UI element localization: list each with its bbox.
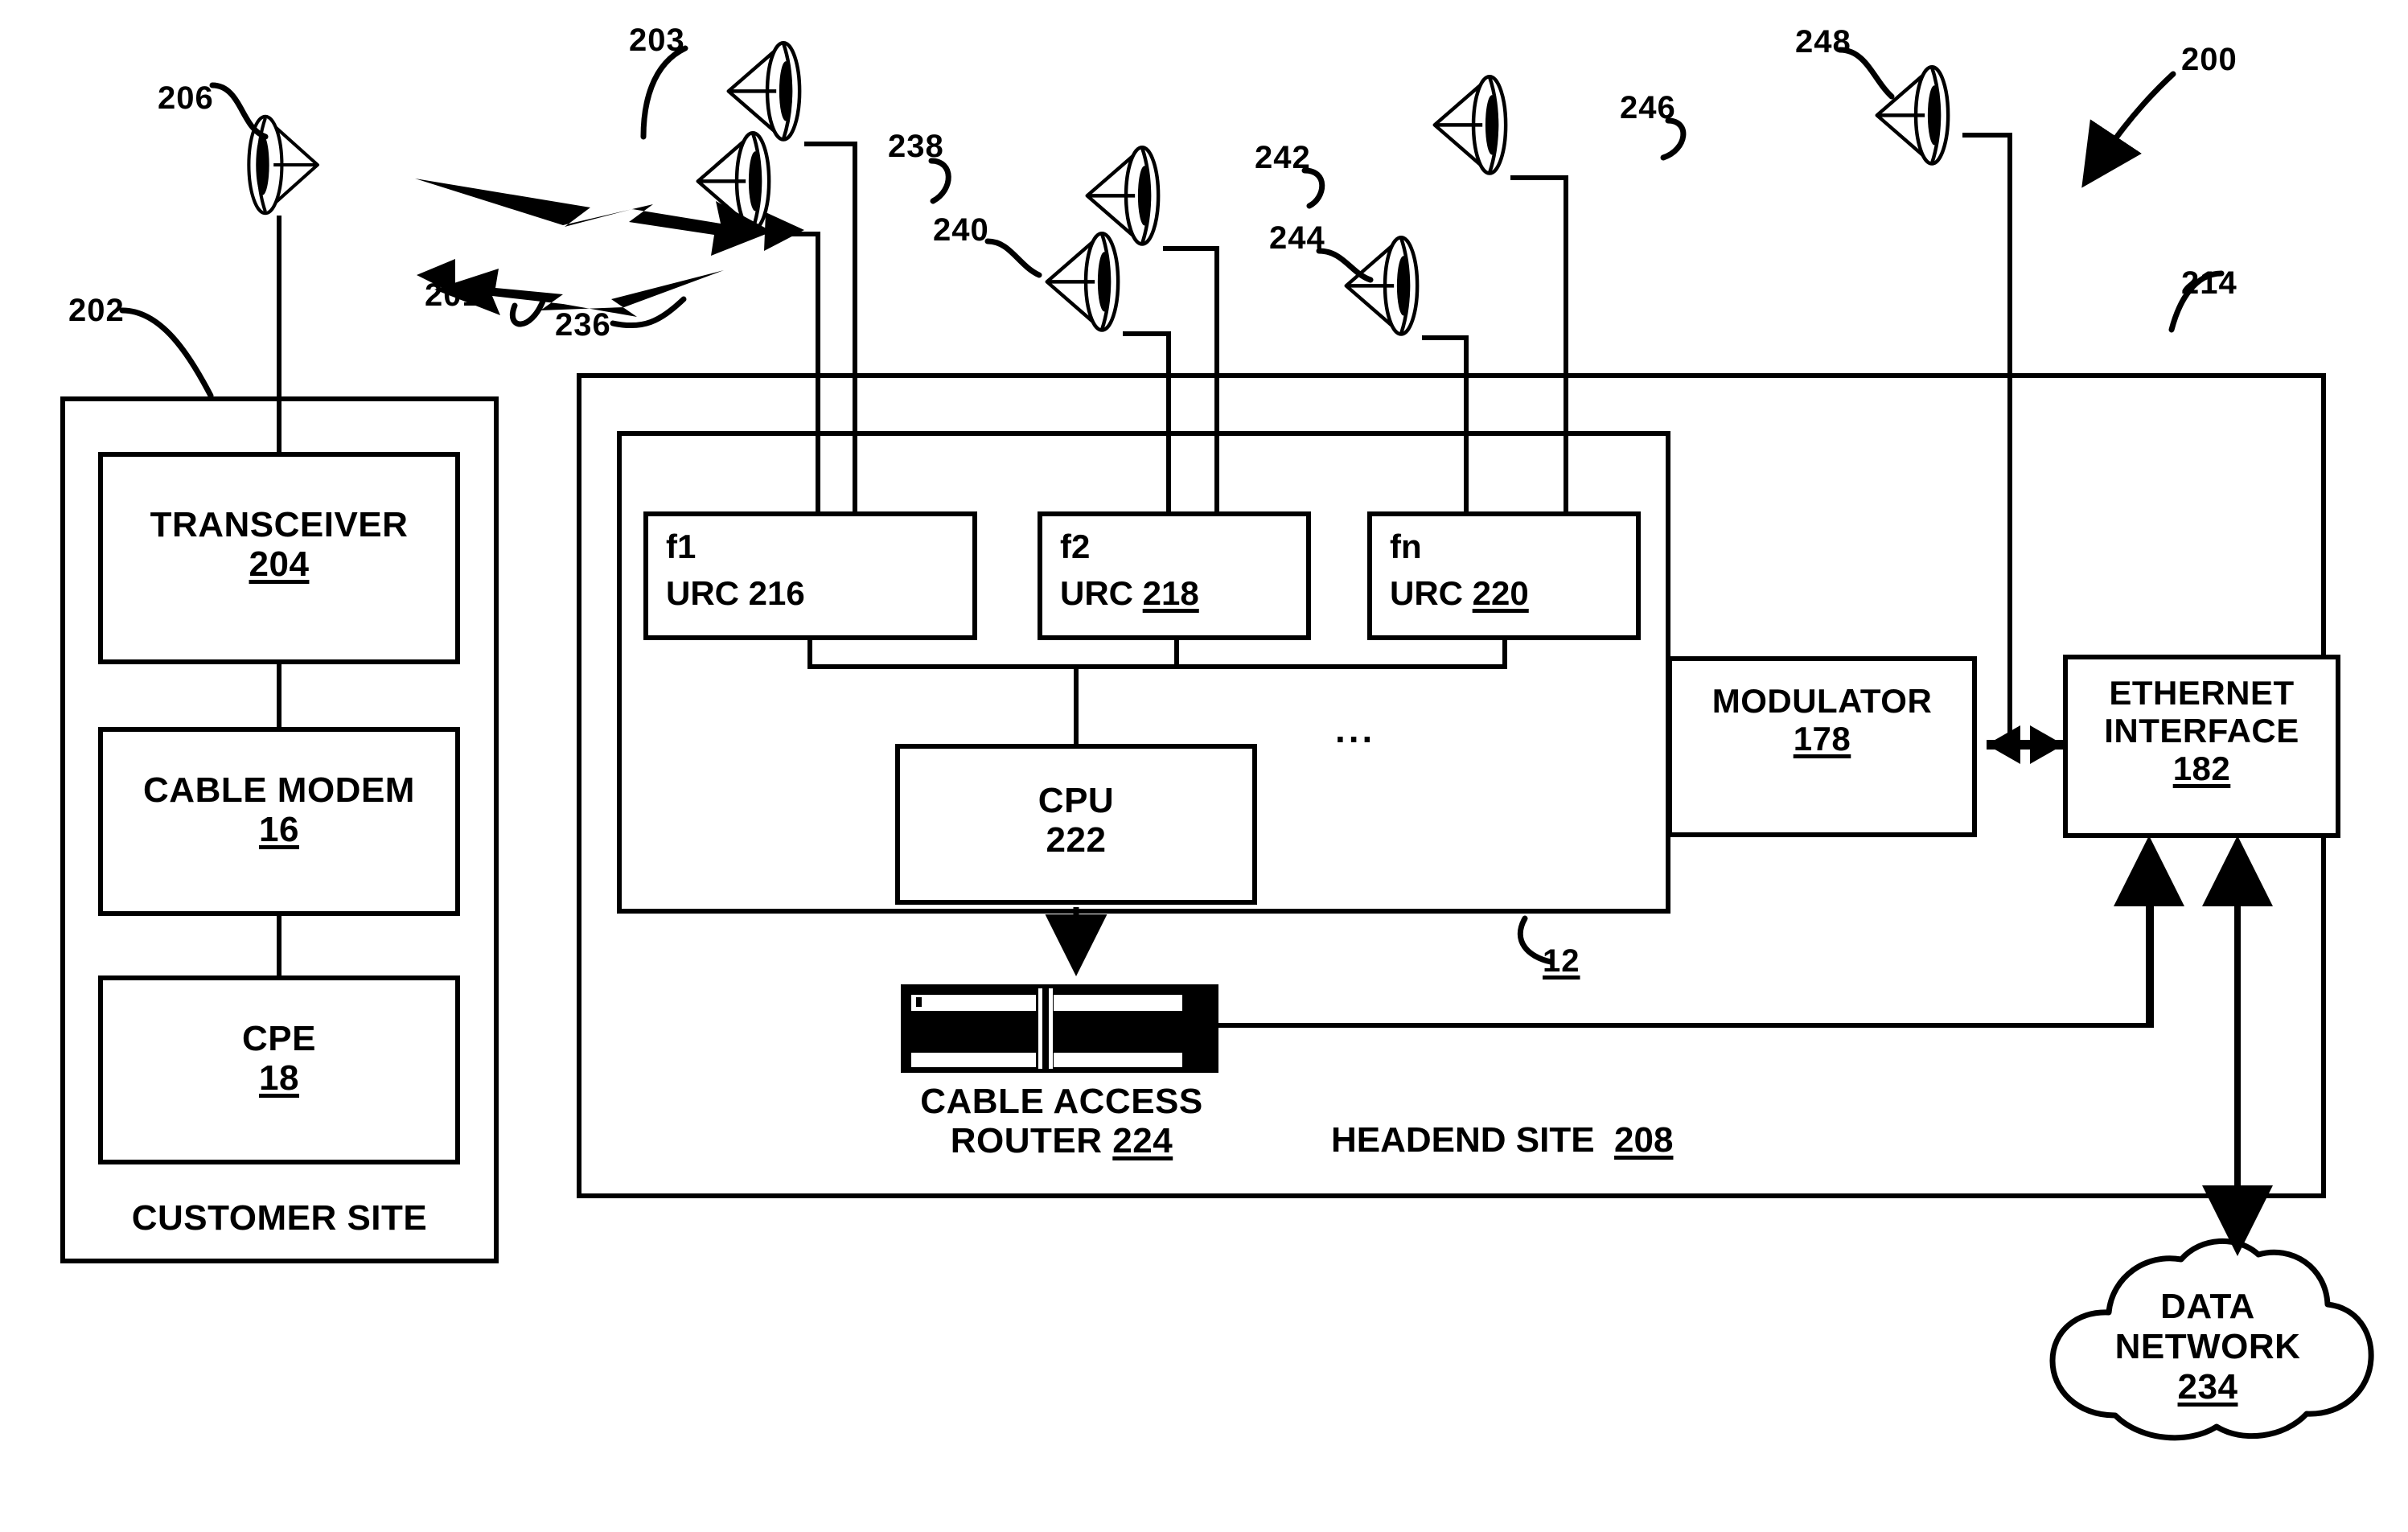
cpe-ref: 18 xyxy=(259,1058,299,1099)
ref-242: 242 xyxy=(1255,140,1311,175)
headend-site-ref: 208 xyxy=(1614,1120,1674,1160)
urc-ellipsis: ... xyxy=(1335,708,1376,750)
urc-fn-name: URC xyxy=(1390,574,1463,612)
antenna-242-lead xyxy=(1163,246,1219,251)
antenna-236-feed xyxy=(816,232,820,515)
antenna-246-feed xyxy=(1564,175,1568,515)
ref-246: 246 xyxy=(1620,90,1676,125)
antenna-248-lead xyxy=(1962,133,2012,138)
antenna-240-lead xyxy=(1123,331,1171,336)
urc-fn-ref: 220 xyxy=(1472,574,1529,612)
antenna-246-lead xyxy=(1510,175,1568,180)
transceiver-box: TRANSCEIVER 204 xyxy=(98,452,460,664)
urc-box-f2: f2 URC 218 xyxy=(1038,511,1311,640)
urc-f1-freq: f1 xyxy=(666,528,697,565)
modulator-ref: 178 xyxy=(1793,720,1851,758)
antenna-240-feed xyxy=(1166,331,1171,515)
ethernet-interface-box: ETHERNET INTERFACE 182 xyxy=(2063,655,2340,838)
headend-antenna-244-icon xyxy=(1335,233,1456,374)
urc-f2-ref: 218 xyxy=(1142,574,1199,612)
ref-203: 203 xyxy=(629,23,685,58)
figure-canvas: TRANSCEIVER 204 CABLE MODEM 16 CPE 18 CU… xyxy=(0,0,2408,1532)
customer-site-label-text: CUSTOMER SITE xyxy=(131,1198,428,1238)
urc-f2-name: URC xyxy=(1060,574,1133,612)
cpe-label-text: CPE xyxy=(242,1019,316,1058)
antenna-244-feed xyxy=(1464,335,1469,515)
cable-modem-label-text: CABLE MODEM xyxy=(143,770,415,810)
urc-box-fn: fn URC 220 xyxy=(1367,511,1641,640)
cable-modem-label: CABLE MODEM 16 xyxy=(103,770,455,850)
cpu-box: CPU 222 xyxy=(895,744,1257,905)
antenna-238-lead xyxy=(804,142,857,146)
urc-fn-freq: fn xyxy=(1390,528,1422,565)
ethernet-ref: 182 xyxy=(2172,750,2231,788)
customer-antenna-206 xyxy=(227,113,355,265)
router-ref: 224 xyxy=(1112,1121,1173,1161)
antenna-238-feed xyxy=(853,142,857,515)
urc-f2-label: URC 218 xyxy=(1060,574,1199,613)
cable-modem-box: CABLE MODEM 16 xyxy=(98,727,460,916)
cpe-box: CPE 18 xyxy=(98,975,460,1164)
cpu-ref: 222 xyxy=(1046,820,1107,860)
ref-201: 201 xyxy=(425,277,481,313)
cable-access-router-device xyxy=(901,984,1218,1073)
urc-box-f1: f1 URC 216 xyxy=(643,511,977,640)
ref-206: 206 xyxy=(158,80,214,116)
cpe-label: CPE 18 xyxy=(103,1019,455,1099)
ethernet-label-line1: ETHERNET xyxy=(2109,674,2295,712)
headend-antenna-236-icon xyxy=(687,129,807,269)
transceiver-label-text: TRANSCEIVER xyxy=(150,505,409,544)
ref-12: 12 xyxy=(1543,943,1580,979)
antenna-248-feed-vline xyxy=(2007,133,2012,744)
urc-f2-freq: f2 xyxy=(1060,528,1091,565)
headend-antenna-240-icon xyxy=(1036,229,1157,370)
transceiver-to-modem-line xyxy=(277,659,281,732)
ref-238: 238 xyxy=(888,129,944,164)
ethernet-label-line2: INTERFACE xyxy=(2104,712,2299,750)
headend-antenna-246-icon xyxy=(1424,72,1544,213)
transceiver-label: TRANSCEIVER 204 xyxy=(103,505,455,585)
router-label-line1: CABLE ACCESS xyxy=(920,1082,1203,1121)
modulator-label: MODULATOR 178 xyxy=(1672,682,1972,758)
modulator-label-text: MODULATOR xyxy=(1711,682,1933,720)
urc-f1-label: URC 216 xyxy=(666,574,805,612)
cpu-label: CPU 222 xyxy=(900,781,1252,860)
ref-244: 244 xyxy=(1269,220,1325,256)
data-network-cloud: DATA NETWORK 234 xyxy=(2035,1230,2381,1456)
modem-to-cpe-line xyxy=(277,911,281,980)
ref-202: 202 xyxy=(68,293,125,328)
ref-240: 240 xyxy=(933,212,989,248)
data-network-label: DATA NETWORK 234 xyxy=(2035,1287,2381,1407)
transceiver-ref: 204 xyxy=(249,544,310,585)
antenna-244-lead xyxy=(1422,335,1469,340)
ref-214: 214 xyxy=(2181,265,2237,301)
router-label-line2: ROUTER 224 xyxy=(950,1121,1173,1161)
router-to-ethernet-hline xyxy=(1217,1023,2154,1028)
customer-site-label: CUSTOMER SITE xyxy=(60,1198,499,1238)
ref-236: 236 xyxy=(555,307,611,343)
urc-bus xyxy=(807,664,1507,669)
cable-access-router-label: CABLE ACCESS ROUTER 224 xyxy=(853,1082,1271,1161)
router-to-ethernet-vline xyxy=(2149,848,2154,1025)
bus-to-cpu-line xyxy=(1074,664,1079,746)
data-network-ref: 234 xyxy=(2177,1367,2238,1407)
ref-200: 200 xyxy=(2181,42,2237,77)
data-network-line2: NETWORK xyxy=(2114,1327,2301,1367)
ethernet-interface-label: ETHERNET INTERFACE 182 xyxy=(2068,674,2336,787)
urc-fn-label: URC 220 xyxy=(1390,574,1529,613)
modulator-box: MODULATOR 178 xyxy=(1667,656,1977,837)
ref-248: 248 xyxy=(1795,24,1851,60)
cable-modem-ref: 16 xyxy=(259,810,299,850)
antenna-242-feed xyxy=(1214,246,1219,515)
data-network-line1: DATA xyxy=(2160,1287,2255,1326)
headend-site-label: HEADEND SITE 208 xyxy=(1331,1120,1673,1160)
antenna-236-lead xyxy=(774,232,820,236)
headend-site-label-text: HEADEND SITE xyxy=(1331,1120,1595,1160)
cpu-label-text: CPU xyxy=(1038,781,1115,820)
